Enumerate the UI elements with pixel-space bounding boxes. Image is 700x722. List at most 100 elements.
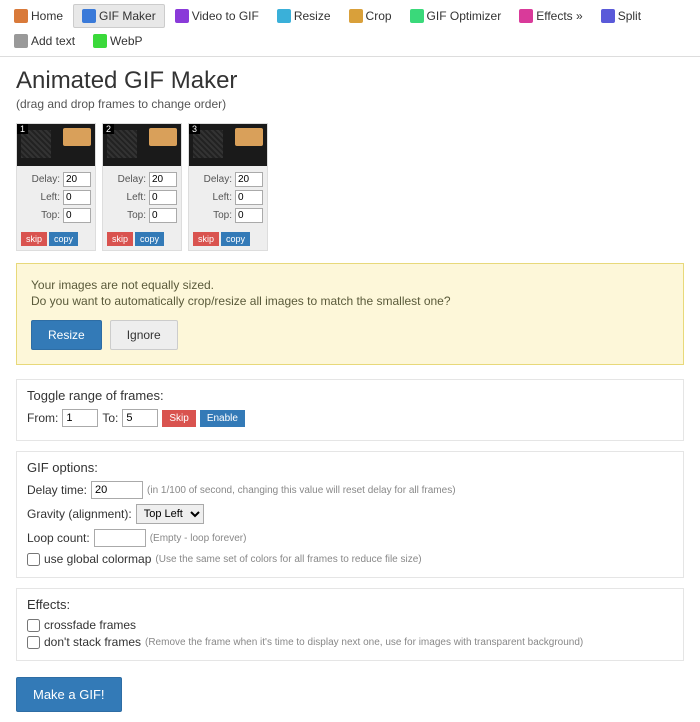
options-title: GIF options:	[27, 460, 673, 475]
nav-label: Home	[31, 9, 63, 23]
text-icon	[14, 34, 28, 48]
effects-title: Effects:	[27, 597, 673, 612]
nav-label: Crop	[366, 9, 392, 23]
from-label: From:	[27, 411, 58, 425]
frame-delay-input[interactable]	[149, 172, 177, 187]
frame-3[interactable]: 3 Delay: Left: Top: skipcopy	[188, 123, 268, 251]
frame-fields: Delay: Left: Top:	[189, 166, 267, 232]
frame-copy-button[interactable]: copy	[135, 232, 164, 246]
frame-delay-label: Delay:	[204, 174, 232, 185]
from-input[interactable]	[62, 409, 98, 427]
effects-section: Effects: crossfade frames don't stack fr…	[16, 588, 684, 661]
frame-top-label: Top:	[41, 210, 60, 221]
frame-left-label: Left:	[127, 192, 146, 203]
frame-delay-label: Delay:	[32, 174, 60, 185]
frame-number: 3	[189, 124, 200, 134]
frame-delay-input[interactable]	[63, 172, 91, 187]
frame-left-input[interactable]	[235, 190, 263, 205]
frame-skip-button[interactable]: skip	[193, 232, 219, 246]
ignore-button[interactable]: Ignore	[110, 320, 178, 350]
frame-number: 2	[103, 124, 114, 134]
crop-icon	[349, 9, 363, 23]
nav-home[interactable]: Home	[6, 4, 71, 28]
colormap-checkbox[interactable]	[27, 553, 40, 566]
toggle-enable-button[interactable]: Enable	[200, 410, 245, 427]
frame-left-label: Left:	[213, 192, 232, 203]
loop-input[interactable]	[94, 529, 146, 547]
colormap-label: use global colormap	[44, 552, 151, 566]
loop-label: Loop count:	[27, 531, 90, 545]
delay-hint: (in 1/100 of second, changing this value…	[147, 485, 456, 496]
make-gif-button[interactable]: Make a GIF!	[16, 677, 122, 712]
effects-icon	[519, 9, 533, 23]
optimize-icon	[410, 9, 424, 23]
frame-top-input[interactable]	[149, 208, 177, 223]
stack-hint: (Remove the frame when it's time to disp…	[145, 637, 583, 648]
subtitle: (drag and drop frames to change order)	[16, 97, 684, 111]
frame-top-label: Top:	[213, 210, 232, 221]
crossfade-label: crossfade frames	[44, 618, 136, 632]
frame-top-label: Top:	[127, 210, 146, 221]
frame-left-input[interactable]	[149, 190, 177, 205]
warning-line1: Your images are not equally sized.	[31, 278, 669, 292]
nav-label: GIF Optimizer	[427, 9, 502, 23]
colormap-hint: (Use the same set of colors for all fram…	[155, 554, 421, 565]
nav-label: Resize	[294, 9, 331, 23]
nav-resize[interactable]: Resize	[269, 4, 339, 28]
video-icon	[175, 9, 189, 23]
stack-checkbox[interactable]	[27, 636, 40, 649]
frame-delay-input[interactable]	[235, 172, 263, 187]
nav-label: GIF Maker	[99, 9, 156, 23]
crossfade-checkbox[interactable]	[27, 619, 40, 632]
toggle-section: Toggle range of frames: From: To: Skip E…	[16, 379, 684, 441]
content: Animated GIF Maker (drag and drop frames…	[0, 57, 700, 722]
warning-line2: Do you want to automatically crop/resize…	[31, 294, 669, 308]
to-input[interactable]	[122, 409, 158, 427]
nav-label: Video to GIF	[192, 9, 259, 23]
frame-left-input[interactable]	[63, 190, 91, 205]
frame-thumbnail	[103, 124, 181, 166]
nav-gif[interactable]: GIF Maker	[73, 4, 165, 28]
nav-webp[interactable]: WebP	[85, 30, 150, 52]
resize-icon	[277, 9, 291, 23]
nav-crop[interactable]: Crop	[341, 4, 400, 28]
resize-button[interactable]: Resize	[31, 320, 102, 350]
frame-delay-label: Delay:	[118, 174, 146, 185]
frame-number: 1	[17, 124, 28, 134]
stack-label: don't stack frames	[44, 635, 141, 649]
webp-icon	[93, 34, 107, 48]
size-warning: Your images are not equally sized. Do yo…	[16, 263, 684, 365]
frame-skip-button[interactable]: skip	[107, 232, 133, 246]
nav-label: Effects »	[536, 9, 582, 23]
frame-copy-button[interactable]: copy	[49, 232, 78, 246]
frame-top-input[interactable]	[235, 208, 263, 223]
frame-skip-button[interactable]: skip	[21, 232, 47, 246]
nav-label: Add text	[31, 34, 75, 48]
delay-label: Delay time:	[27, 483, 87, 497]
loop-hint: (Empty - loop forever)	[150, 533, 247, 544]
frame-copy-button[interactable]: copy	[221, 232, 250, 246]
toggle-skip-button[interactable]: Skip	[162, 410, 195, 427]
gif-icon	[82, 9, 96, 23]
nav-optimize[interactable]: GIF Optimizer	[402, 4, 510, 28]
page-title: Animated GIF Maker	[16, 67, 684, 95]
gravity-select[interactable]: Top Left	[136, 504, 204, 524]
nav-video[interactable]: Video to GIF	[167, 4, 267, 28]
nav-label: WebP	[110, 34, 142, 48]
frame-1[interactable]: 1 Delay: Left: Top: skipcopy	[16, 123, 96, 251]
gravity-label: Gravity (alignment):	[27, 507, 132, 521]
frame-thumbnail	[189, 124, 267, 166]
home-icon	[14, 9, 28, 23]
frame-top-input[interactable]	[63, 208, 91, 223]
nav-text[interactable]: Add text	[6, 30, 83, 52]
nav-split[interactable]: Split	[593, 4, 649, 28]
frame-fields: Delay: Left: Top:	[103, 166, 181, 232]
frame-thumbnail	[17, 124, 95, 166]
options-section: GIF options: Delay time: (in 1/100 of se…	[16, 451, 684, 578]
split-icon	[601, 9, 615, 23]
delay-input[interactable]	[91, 481, 143, 499]
nav-effects[interactable]: Effects »	[511, 4, 590, 28]
to-label: To:	[102, 411, 118, 425]
frame-2[interactable]: 2 Delay: Left: Top: skipcopy	[102, 123, 182, 251]
frame-left-label: Left:	[41, 192, 60, 203]
